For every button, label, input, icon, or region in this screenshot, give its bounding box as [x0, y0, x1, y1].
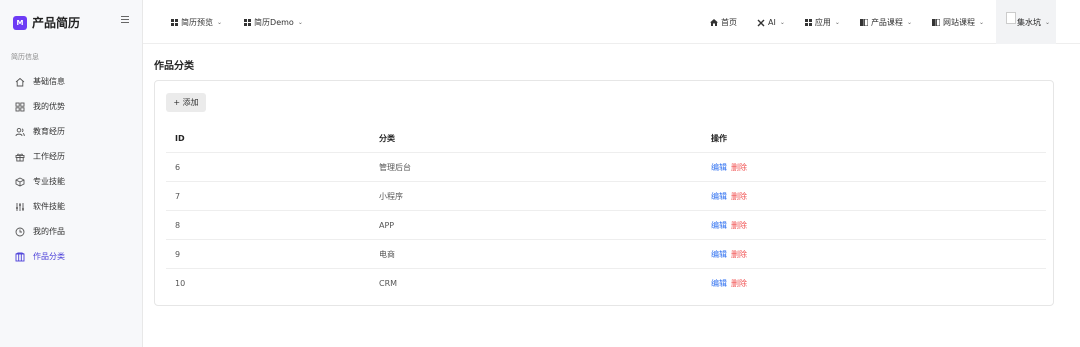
nav-ai[interactable]: AI ⌄: [757, 17, 785, 28]
cell-category: 管理后台: [379, 162, 411, 172]
cell-id: 9: [175, 249, 181, 259]
top-nav-right: 首页 AI ⌄ 应用 ⌄ 产品课程 ⌄ 网站课程 ⌄: [690, 17, 984, 28]
delete-link[interactable]: 删除: [731, 192, 747, 201]
clock-icon: [15, 227, 25, 237]
sidebar-item-label: 我的优势: [33, 102, 65, 111]
grid-icon: [244, 19, 252, 26]
chevron-down-icon: ⌄: [1044, 18, 1050, 26]
nav-label: 简历预览: [181, 18, 213, 27]
sidebar-item-label: 我的作品: [33, 227, 65, 236]
header-ops: 操作: [711, 133, 727, 143]
nav-label: 产品课程: [870, 18, 903, 27]
home-icon: [710, 19, 719, 26]
sidebar-section-label: 简历信息: [11, 53, 39, 61]
book-icon: [859, 19, 868, 26]
sidebar-item-advantages[interactable]: 我的优势: [0, 94, 143, 119]
header-id: ID: [175, 133, 185, 143]
edit-link[interactable]: 编辑: [711, 221, 727, 230]
chevron-down-icon: ⌄: [779, 19, 785, 26]
sidebar-item-skills[interactable]: 专业技能: [0, 169, 143, 194]
sidebar-item-label: 教育经历: [33, 127, 65, 136]
sidebar-item-categories[interactable]: 作品分类: [0, 244, 143, 269]
grid-icon: [15, 102, 25, 112]
delete-link[interactable]: 删除: [731, 221, 747, 230]
cell-id: 10: [175, 279, 186, 288]
nav-product-courses[interactable]: 产品课程 ⌄: [859, 17, 912, 28]
chevron-down-icon: ⌄: [978, 19, 984, 26]
table-row: 8 APP 编辑 删除: [166, 211, 1046, 240]
sidebar-item-software[interactable]: 软件技能: [0, 194, 143, 219]
table-row: 10 CRM 编辑 删除: [166, 269, 1046, 298]
cell-id: 6: [175, 162, 181, 172]
nav-resume-preview[interactable]: 简历预览 ⌄: [171, 17, 222, 28]
chevron-down-icon: ⌄: [297, 19, 303, 26]
table-row: 9 电商 编辑 删除: [166, 240, 1046, 269]
grid-icon: [804, 19, 812, 26]
nav-home[interactable]: 首页: [710, 17, 737, 28]
edit-link[interactable]: 编辑: [711, 250, 727, 259]
cell-category: CRM: [379, 279, 398, 288]
nav-resume-demo[interactable]: 简历Demo ⌄: [244, 17, 303, 28]
nav-apps[interactable]: 应用 ⌄: [804, 17, 840, 28]
grid-icon: [171, 19, 178, 26]
cube-icon: [15, 176, 25, 187]
cell-id: 8: [175, 220, 181, 230]
sidebar-item-education[interactable]: 教育经历: [0, 119, 143, 144]
brand-logo: M: [13, 15, 27, 30]
gift-icon: [15, 152, 25, 162]
nav-label: 应用: [814, 18, 831, 27]
sidebar-nav: 基础信息 我的优势 教育经历 工作经历 专业技能 软件技能 我的作品 作品分类: [0, 69, 143, 269]
sidebar-item-label: 工作经历: [33, 152, 65, 161]
user-name: 集水坑: [1016, 17, 1041, 27]
top-nav-bar: 简历预览 ⌄ 简历Demo ⌄ 首页 AI ⌄ 应用 ⌄ 产品课程 ⌄ 网站课程…: [143, 0, 1080, 44]
delete-link[interactable]: 删除: [731, 163, 747, 172]
table-row: 7 小程序 编辑 删除: [166, 182, 1046, 211]
category-card: + 添加 ID 分类 操作 6 管理后台 编辑 删除 7 小程序 编辑 删除 8 A…: [154, 80, 1054, 306]
user-menu[interactable]: 集水坑 ⌄: [996, 0, 1056, 44]
cell-id: 7: [175, 191, 181, 201]
cell-category: 电商: [379, 249, 395, 259]
sidebar-item-label: 专业技能: [33, 177, 65, 186]
chevron-down-icon: ⌄: [834, 19, 840, 26]
nav-web-courses[interactable]: 网站课程 ⌄: [931, 17, 984, 28]
sliders-icon: [15, 202, 25, 212]
sidebar-item-work[interactable]: 工作经历: [0, 144, 143, 169]
delete-link[interactable]: 删除: [731, 279, 747, 288]
chevron-down-icon: ⌄: [217, 19, 223, 26]
table-header: ID 分类 操作: [166, 124, 1046, 153]
hamburger-icon[interactable]: [121, 16, 129, 23]
brand[interactable]: M 产品简历: [13, 14, 80, 31]
nav-label: 首页: [721, 18, 738, 27]
header-category: 分类: [379, 133, 395, 143]
sidebar-item-label: 作品分类: [33, 252, 65, 261]
cell-category: APP: [379, 220, 395, 230]
sidebar: M 产品简历 简历信息 基础信息 我的优势 教育经历 工作经历 专业技能 软件技…: [0, 0, 143, 347]
edit-link[interactable]: 编辑: [711, 163, 727, 172]
sidebar-item-label: 软件技能: [33, 202, 65, 211]
category-table: ID 分类 操作 6 管理后台 编辑 删除 7 小程序 编辑 删除 8 APP 编辑…: [166, 124, 1046, 298]
avatar: [1006, 12, 1016, 24]
users-icon: [15, 127, 25, 137]
brand-name: 产品简历: [32, 16, 81, 30]
nav-label: 网站课程: [942, 18, 975, 27]
edit-link[interactable]: 编辑: [711, 279, 727, 288]
delete-link[interactable]: 删除: [731, 250, 747, 259]
tools-icon: [757, 19, 765, 27]
sidebar-item-basic-info[interactable]: 基础信息: [0, 69, 143, 94]
edit-link[interactable]: 编辑: [711, 192, 727, 201]
home-icon: [15, 77, 25, 87]
chevron-down-icon: ⌄: [906, 19, 912, 26]
nav-label: 简历Demo: [254, 18, 294, 27]
table-row: 6 管理后台 编辑 删除: [166, 153, 1046, 182]
add-button[interactable]: + 添加: [166, 93, 206, 112]
main-content: 作品分类 + 添加 ID 分类 操作 6 管理后台 编辑 删除 7 小程序 编辑删…: [143, 44, 1080, 347]
sidebar-item-works[interactable]: 我的作品: [0, 219, 143, 244]
columns-icon: [15, 252, 25, 262]
sidebar-item-label: 基础信息: [33, 77, 65, 86]
nav-label: AI: [768, 18, 776, 27]
cell-category: 小程序: [379, 191, 403, 201]
top-nav-left: 简历预览 ⌄ 简历Demo ⌄: [171, 17, 325, 28]
page-title: 作品分类: [154, 61, 194, 72]
book-icon: [931, 19, 940, 26]
